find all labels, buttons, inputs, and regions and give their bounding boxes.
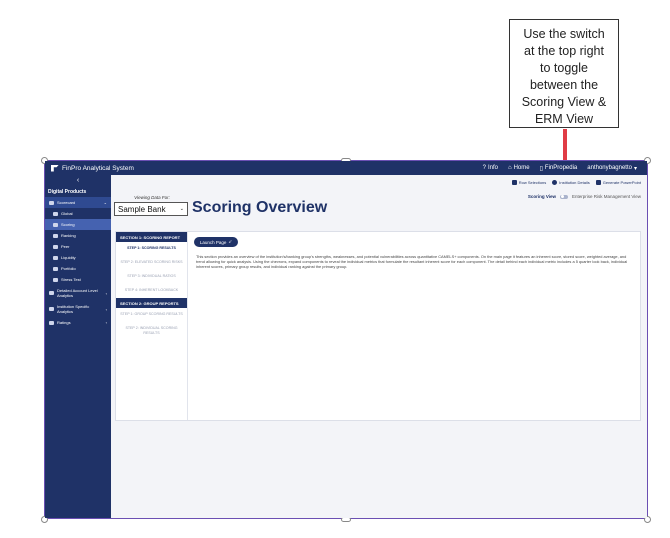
callout-line: between the bbox=[529, 78, 599, 92]
info-circle-icon bbox=[552, 180, 558, 185]
globe-icon bbox=[53, 211, 58, 216]
sidebar-item-label: Global bbox=[61, 211, 73, 216]
finpro-logo-icon bbox=[51, 164, 59, 172]
question-icon: ? bbox=[482, 165, 486, 171]
app-name: FinPro Analytical System bbox=[62, 164, 134, 172]
callout-box: Use the switch at the top right to toggl… bbox=[509, 19, 619, 128]
scoring-panel: SECTION 1: SCORING REPORT STEP 1: SCORIN… bbox=[115, 231, 641, 421]
sidebar-section-title: Digital Products bbox=[48, 189, 87, 195]
viewing-data-label: Viewing Data For: bbox=[134, 195, 170, 200]
sidebar-item-global[interactable]: Global bbox=[45, 208, 111, 219]
institution-details-button[interactable]: Institution Details bbox=[552, 180, 590, 185]
erm-view-label: Enterprise Risk Management View bbox=[572, 194, 641, 199]
action-label: Row Selections bbox=[518, 180, 547, 185]
sidebar-item-ranking[interactable]: Ranking bbox=[45, 230, 111, 241]
liquidity-icon bbox=[53, 255, 58, 260]
main-content: Row Selections Institution Details Gener… bbox=[111, 175, 647, 518]
caret-down-icon: ▾ bbox=[633, 165, 637, 172]
ratings-icon bbox=[49, 320, 54, 325]
sidebar-item-scoring[interactable]: Scoring bbox=[45, 219, 111, 230]
book-icon: ▯ bbox=[539, 165, 543, 172]
chevron-left-icon: ‹ bbox=[105, 290, 107, 296]
view-toggle-switch[interactable] bbox=[560, 194, 569, 199]
callout-line: Scoring View & bbox=[521, 95, 607, 109]
action-label: Generate PowerPoint bbox=[602, 180, 641, 185]
steps-nav: SECTION 1: SCORING REPORT STEP 1: SCORIN… bbox=[116, 232, 188, 420]
bank-select[interactable]: Sample Bank ⌄ bbox=[114, 202, 188, 216]
callout-line: to toggle bbox=[540, 61, 588, 75]
user-menu[interactable]: anthonybagnetto ▾ bbox=[587, 165, 637, 172]
chevron-left-icon: ‹ bbox=[105, 320, 107, 325]
launch-page-label: Launch Page bbox=[199, 239, 227, 245]
callout-line: Use the switch bbox=[523, 27, 605, 41]
sidebar-item-label: Peer bbox=[61, 244, 70, 249]
step-elevated-scoring-risks[interactable]: STEP 2: ELEVATED SCORING RISKS bbox=[116, 256, 187, 270]
scoring-view-label: Scoring View bbox=[527, 194, 557, 199]
home-link[interactable]: ⌂ Home bbox=[508, 165, 530, 171]
sidebar: ‹ Digital Products Scorecard ⌄ Global Sco… bbox=[45, 175, 111, 518]
ranking-icon bbox=[53, 233, 58, 238]
sidebar-item-portfolio[interactable]: Portfolio bbox=[45, 263, 111, 274]
chevron-left-icon: ‹ bbox=[105, 306, 107, 312]
callout-line: ERM View bbox=[534, 112, 594, 126]
callout-line: at the top right bbox=[524, 44, 604, 58]
scorecard-icon bbox=[49, 200, 54, 205]
section-1-header: SECTION 1: SCORING REPORT bbox=[116, 232, 187, 242]
home-icon: ⌂ bbox=[507, 165, 512, 171]
info-link[interactable]: ? Info bbox=[483, 165, 498, 171]
step-individual-scoring-results[interactable]: STEP 2: INDIVIDUAL SCORING RESULTS bbox=[116, 322, 187, 342]
step-individual-ratios[interactable]: STEP 3: INDIVIDUAL RATIOS bbox=[116, 270, 187, 284]
bank-select-value: Sample Bank bbox=[118, 204, 166, 214]
peer-icon bbox=[53, 244, 58, 249]
stress-test-icon bbox=[53, 277, 58, 282]
sidebar-item-ratings[interactable]: Ratings ‹ bbox=[45, 317, 111, 328]
rocket-icon: ➶ bbox=[228, 239, 233, 244]
portfolio-icon bbox=[53, 266, 58, 271]
action-label: Institution Details bbox=[559, 180, 590, 185]
action-bar: Row Selections Institution Details Gener… bbox=[511, 180, 641, 185]
sidebar-item-liquidity[interactable]: Liquidity bbox=[45, 252, 111, 263]
home-label: Home bbox=[513, 165, 530, 171]
powerpoint-icon bbox=[595, 180, 601, 185]
row-selections-button[interactable]: Row Selections bbox=[511, 180, 547, 185]
sidebar-item-detailed-account[interactable]: Detailed Account Level Analytics ‹ bbox=[45, 285, 111, 301]
sidebar-item-peer[interactable]: Peer bbox=[45, 241, 111, 252]
sidebar-item-label: Detailed Account Level Analytics bbox=[57, 288, 98, 298]
rows-icon bbox=[511, 180, 517, 185]
top-bar: FinPro Analytical System ? Info ⌂ Home ▯ Fi… bbox=[45, 161, 647, 175]
sidebar-item-label: Stress Test bbox=[61, 277, 81, 282]
sidebar-item-label: Scorecard bbox=[57, 200, 76, 205]
sidebar-item-label: Portfolio bbox=[61, 266, 76, 271]
sidebar-item-institution-specific[interactable]: Institution Specific Analytics ‹ bbox=[45, 301, 111, 317]
sidebar-item-label: Liquidity bbox=[61, 255, 76, 260]
view-toggle-row: Scoring View Enterprise Risk Management … bbox=[528, 194, 641, 199]
brand[interactable]: FinPro Analytical System bbox=[45, 164, 134, 172]
launch-page-button[interactable]: Launch Page ➶ bbox=[194, 237, 238, 247]
step-scoring-results[interactable]: STEP 1: SCORING RESULTS bbox=[116, 242, 187, 256]
sidebar-item-label: Scoring bbox=[61, 222, 75, 227]
page-title: Scoring Overview bbox=[192, 199, 328, 216]
sidebar-item-label: Ranking bbox=[61, 233, 76, 238]
app-window: FinPro Analytical System ? Info ⌂ Home ▯ Fi… bbox=[45, 161, 647, 518]
scoring-icon bbox=[53, 222, 58, 227]
sidebar-item-label: Institution Specific Analytics bbox=[57, 304, 90, 314]
sidebar-item-label: Ratings bbox=[57, 320, 71, 325]
step-inherent-lookback[interactable]: STEP 4: INHERENT LOOKBACK bbox=[116, 284, 187, 298]
account-icon bbox=[49, 291, 54, 295]
generate-powerpoint-button[interactable]: Generate PowerPoint bbox=[595, 180, 641, 185]
finpropedia-label: FinPropedia bbox=[544, 165, 578, 171]
user-name: anthonybagnetto bbox=[587, 165, 632, 171]
step-group-scoring-results[interactable]: STEP 1: GROUP SCORING RESULTS bbox=[116, 308, 187, 322]
institution-icon bbox=[49, 307, 54, 311]
section-description: This section provides an overview of the… bbox=[196, 254, 628, 269]
info-label: Info bbox=[487, 165, 498, 171]
sidebar-item-scorecard[interactable]: Scorecard ⌄ bbox=[45, 197, 111, 208]
chevron-down-icon: ⌄ bbox=[179, 206, 184, 212]
finpropedia-link[interactable]: ▯ FinPropedia bbox=[540, 165, 578, 172]
section-2-header: SECTION 2: GROUP REPORTS bbox=[116, 298, 187, 308]
collapse-chevron-icon[interactable]: ‹ bbox=[45, 175, 111, 187]
sidebar-item-stress-test[interactable]: Stress Test bbox=[45, 274, 111, 285]
chevron-down-icon: ⌄ bbox=[103, 200, 107, 205]
